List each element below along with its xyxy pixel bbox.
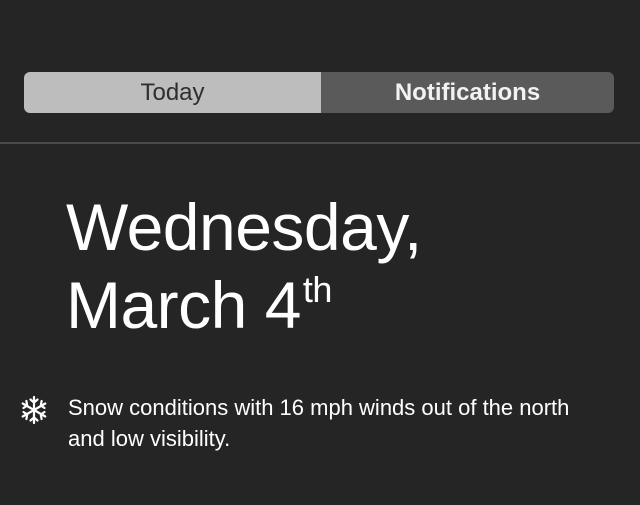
weather-summary: Snow conditions with 16 mph winds out of… bbox=[18, 392, 618, 454]
weather-summary-text: Snow conditions with 16 mph winds out of… bbox=[68, 395, 570, 451]
header-divider bbox=[0, 142, 640, 144]
tab-notifications-label: Notifications bbox=[394, 78, 541, 106]
date-ordinal-suffix: th bbox=[302, 269, 333, 310]
tab-today-label: Today bbox=[140, 78, 205, 106]
view-segmented-control: Today Notifications bbox=[24, 72, 614, 113]
tab-today[interactable]: Today bbox=[24, 72, 321, 113]
tab-notifications[interactable]: Notifications bbox=[321, 72, 614, 113]
date-weekday: Wednesday, bbox=[66, 190, 422, 264]
date-month-day-line: March 4th bbox=[66, 266, 422, 344]
today-date-heading: Wednesday, March 4th bbox=[66, 188, 422, 344]
date-month-day: March 4 bbox=[66, 268, 301, 342]
snowflake-icon bbox=[21, 395, 47, 425]
notification-center-panel: Today Notifications Wednesday, March 4th… bbox=[0, 0, 640, 505]
